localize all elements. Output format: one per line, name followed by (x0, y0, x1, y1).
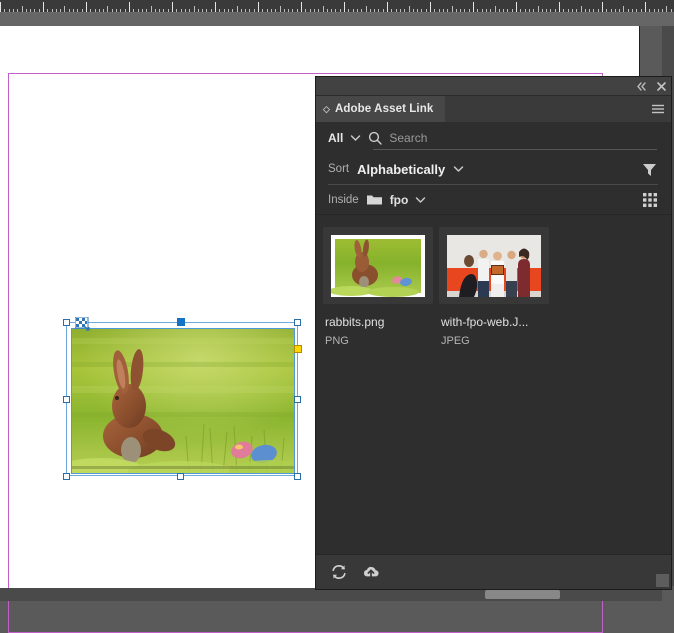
handle-bottom-left[interactable] (63, 473, 70, 480)
sort-value[interactable]: Alphabetically (357, 162, 445, 177)
asset-type-filter-value[interactable]: All (328, 131, 343, 145)
close-icon[interactable] (656, 81, 667, 92)
selection-bounding-box (66, 322, 298, 476)
search-icon (368, 131, 383, 145)
funnel-filter-icon[interactable] (641, 161, 658, 178)
handle-top-left[interactable] (63, 319, 70, 326)
adobe-asset-link-panel[interactable]: ◇ Adobe Asset Link All Search Sort Alpha… (315, 76, 672, 590)
panel-menu-icon[interactable] (651, 104, 665, 115)
panel-titlebar[interactable] (316, 77, 671, 96)
sort-row: Sort Alphabetically (316, 153, 671, 185)
asset-name: with-fpo-web.J... (441, 315, 529, 329)
chevron-down-icon[interactable] (415, 196, 426, 204)
panel-title: Adobe Asset Link (335, 103, 434, 115)
horizontal-ruler[interactable] (0, 0, 674, 13)
handle-bottom-right[interactable] (294, 473, 301, 480)
thumb-rabbits (331, 234, 425, 297)
grid-view-icon[interactable] (642, 192, 658, 208)
chevron-down-icon[interactable] (453, 165, 464, 173)
panel-footer (316, 554, 671, 589)
selected-image-frame[interactable] (63, 317, 302, 480)
asset-item[interactable]: with-fpo-web.J... JPEG (439, 227, 549, 347)
breadcrumb-label: Inside (328, 193, 359, 206)
indesign-workspace: ◇ Adobe Asset Link All Search Sort Alpha… (0, 0, 674, 633)
handle-top-center[interactable] (177, 318, 185, 326)
asset-type: JPEG (441, 335, 470, 347)
ruler-band (0, 13, 674, 26)
refresh-icon[interactable] (330, 563, 348, 581)
asset-thumbnail[interactable] (439, 227, 549, 304)
tab-adobe-asset-link[interactable]: ◇ Adobe Asset Link (316, 96, 446, 122)
search-row: All Search (316, 122, 671, 153)
handle-top-right[interactable] (294, 319, 301, 326)
content-grabber-icon[interactable] (75, 317, 91, 331)
sort-label: Sort (328, 163, 350, 175)
breadcrumb-folder-name[interactable]: fpo (390, 193, 409, 207)
asset-grid[interactable]: rabbits.png PNG with-fpo-web.J... JPEG (316, 215, 671, 554)
corner-effects-handle[interactable] (294, 345, 302, 353)
asset-type: PNG (325, 335, 349, 347)
handle-bottom-center[interactable] (177, 473, 184, 480)
tab-drag-grip-icon: ◇ (323, 103, 331, 114)
collapse-to-icons-button[interactable] (636, 81, 647, 92)
handle-middle-left[interactable] (63, 396, 70, 403)
folder-icon (366, 193, 383, 206)
chevron-down-icon[interactable] (350, 134, 361, 142)
handle-middle-right[interactable] (294, 396, 301, 403)
search-underline (373, 149, 657, 150)
asset-item[interactable]: rabbits.png PNG (323, 227, 433, 347)
panel-tabbar: ◇ Adobe Asset Link (316, 96, 671, 122)
panel-resize-grip[interactable] (656, 574, 669, 587)
thumb-with-fpo-web (447, 234, 541, 297)
search-placeholder: Search (389, 130, 428, 145)
breadcrumb: Inside fpo (316, 185, 671, 215)
cloud-upload-icon[interactable] (362, 563, 380, 581)
search-input[interactable]: Search (368, 131, 657, 145)
asset-thumbnail[interactable] (323, 227, 433, 304)
panel-body: All Search Sort Alphabetically Inside fp… (316, 122, 671, 589)
asset-name: rabbits.png (325, 315, 385, 329)
horizontal-scrollbar-thumb[interactable] (485, 590, 560, 599)
